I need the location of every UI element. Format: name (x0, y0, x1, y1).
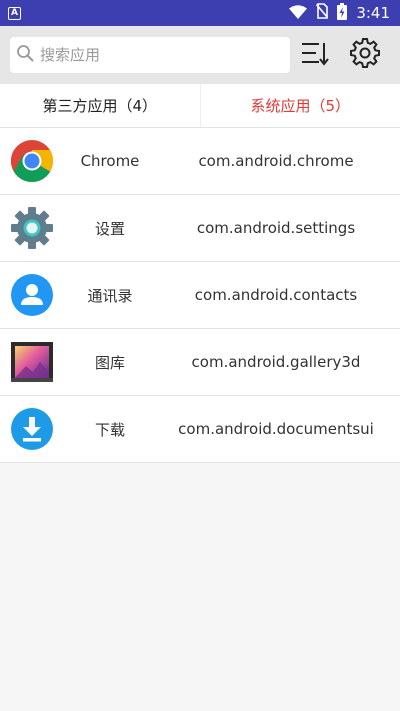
app-package: com.android.contacts (194, 286, 358, 304)
app-notification-icon: A (8, 6, 21, 20)
app-package: com.android.chrome (198, 152, 354, 170)
status-bar: A 3:41 (0, 0, 400, 26)
tab-third-party-apps[interactable]: 第三方应用（4） (0, 84, 200, 127)
no-sim-icon (316, 3, 329, 23)
search-input[interactable] (40, 40, 284, 70)
list-item[interactable]: 通讯录 com.android.contacts (0, 262, 400, 329)
app-package: com.android.gallery3d (191, 353, 361, 371)
app-name: Chrome (80, 152, 140, 170)
list-item[interactable]: 下载 com.android.documentsui (0, 396, 400, 463)
list-item[interactable]: 设置 com.android.settings (0, 195, 400, 262)
gear-icon (350, 38, 380, 72)
app-package: com.android.documentsui (178, 420, 374, 438)
battery-charging-icon (337, 2, 348, 24)
app-type-tabs: 第三方应用（4） 系统应用（5） (0, 84, 400, 128)
sort-button[interactable] (298, 38, 332, 72)
wifi-icon (289, 4, 308, 23)
sort-icon (300, 40, 330, 70)
list-item[interactable]: 图库 com.android.gallery3d (0, 329, 400, 396)
settings-button[interactable] (348, 38, 382, 72)
clock: 3:41 (356, 4, 390, 22)
list-item[interactable]: Chrome com.android.chrome (0, 128, 400, 195)
settings-app-icon (0, 195, 62, 262)
chrome-icon (0, 128, 62, 195)
app-name: 设置 (94, 219, 125, 238)
app-list: Chrome com.android.chrome 设置 com.android… (0, 128, 400, 463)
contacts-icon (0, 262, 62, 329)
download-icon (0, 396, 62, 463)
search-icon (16, 44, 34, 66)
toolbar (0, 26, 400, 84)
gallery-icon (0, 329, 62, 396)
app-name: 通讯录 (87, 286, 133, 305)
app-package: com.android.settings (196, 219, 356, 237)
app-name: 下载 (94, 420, 125, 439)
app-name: 图库 (94, 353, 125, 372)
tab-system-apps[interactable]: 系统应用（5） (199, 84, 400, 127)
search-box[interactable] (10, 37, 290, 73)
